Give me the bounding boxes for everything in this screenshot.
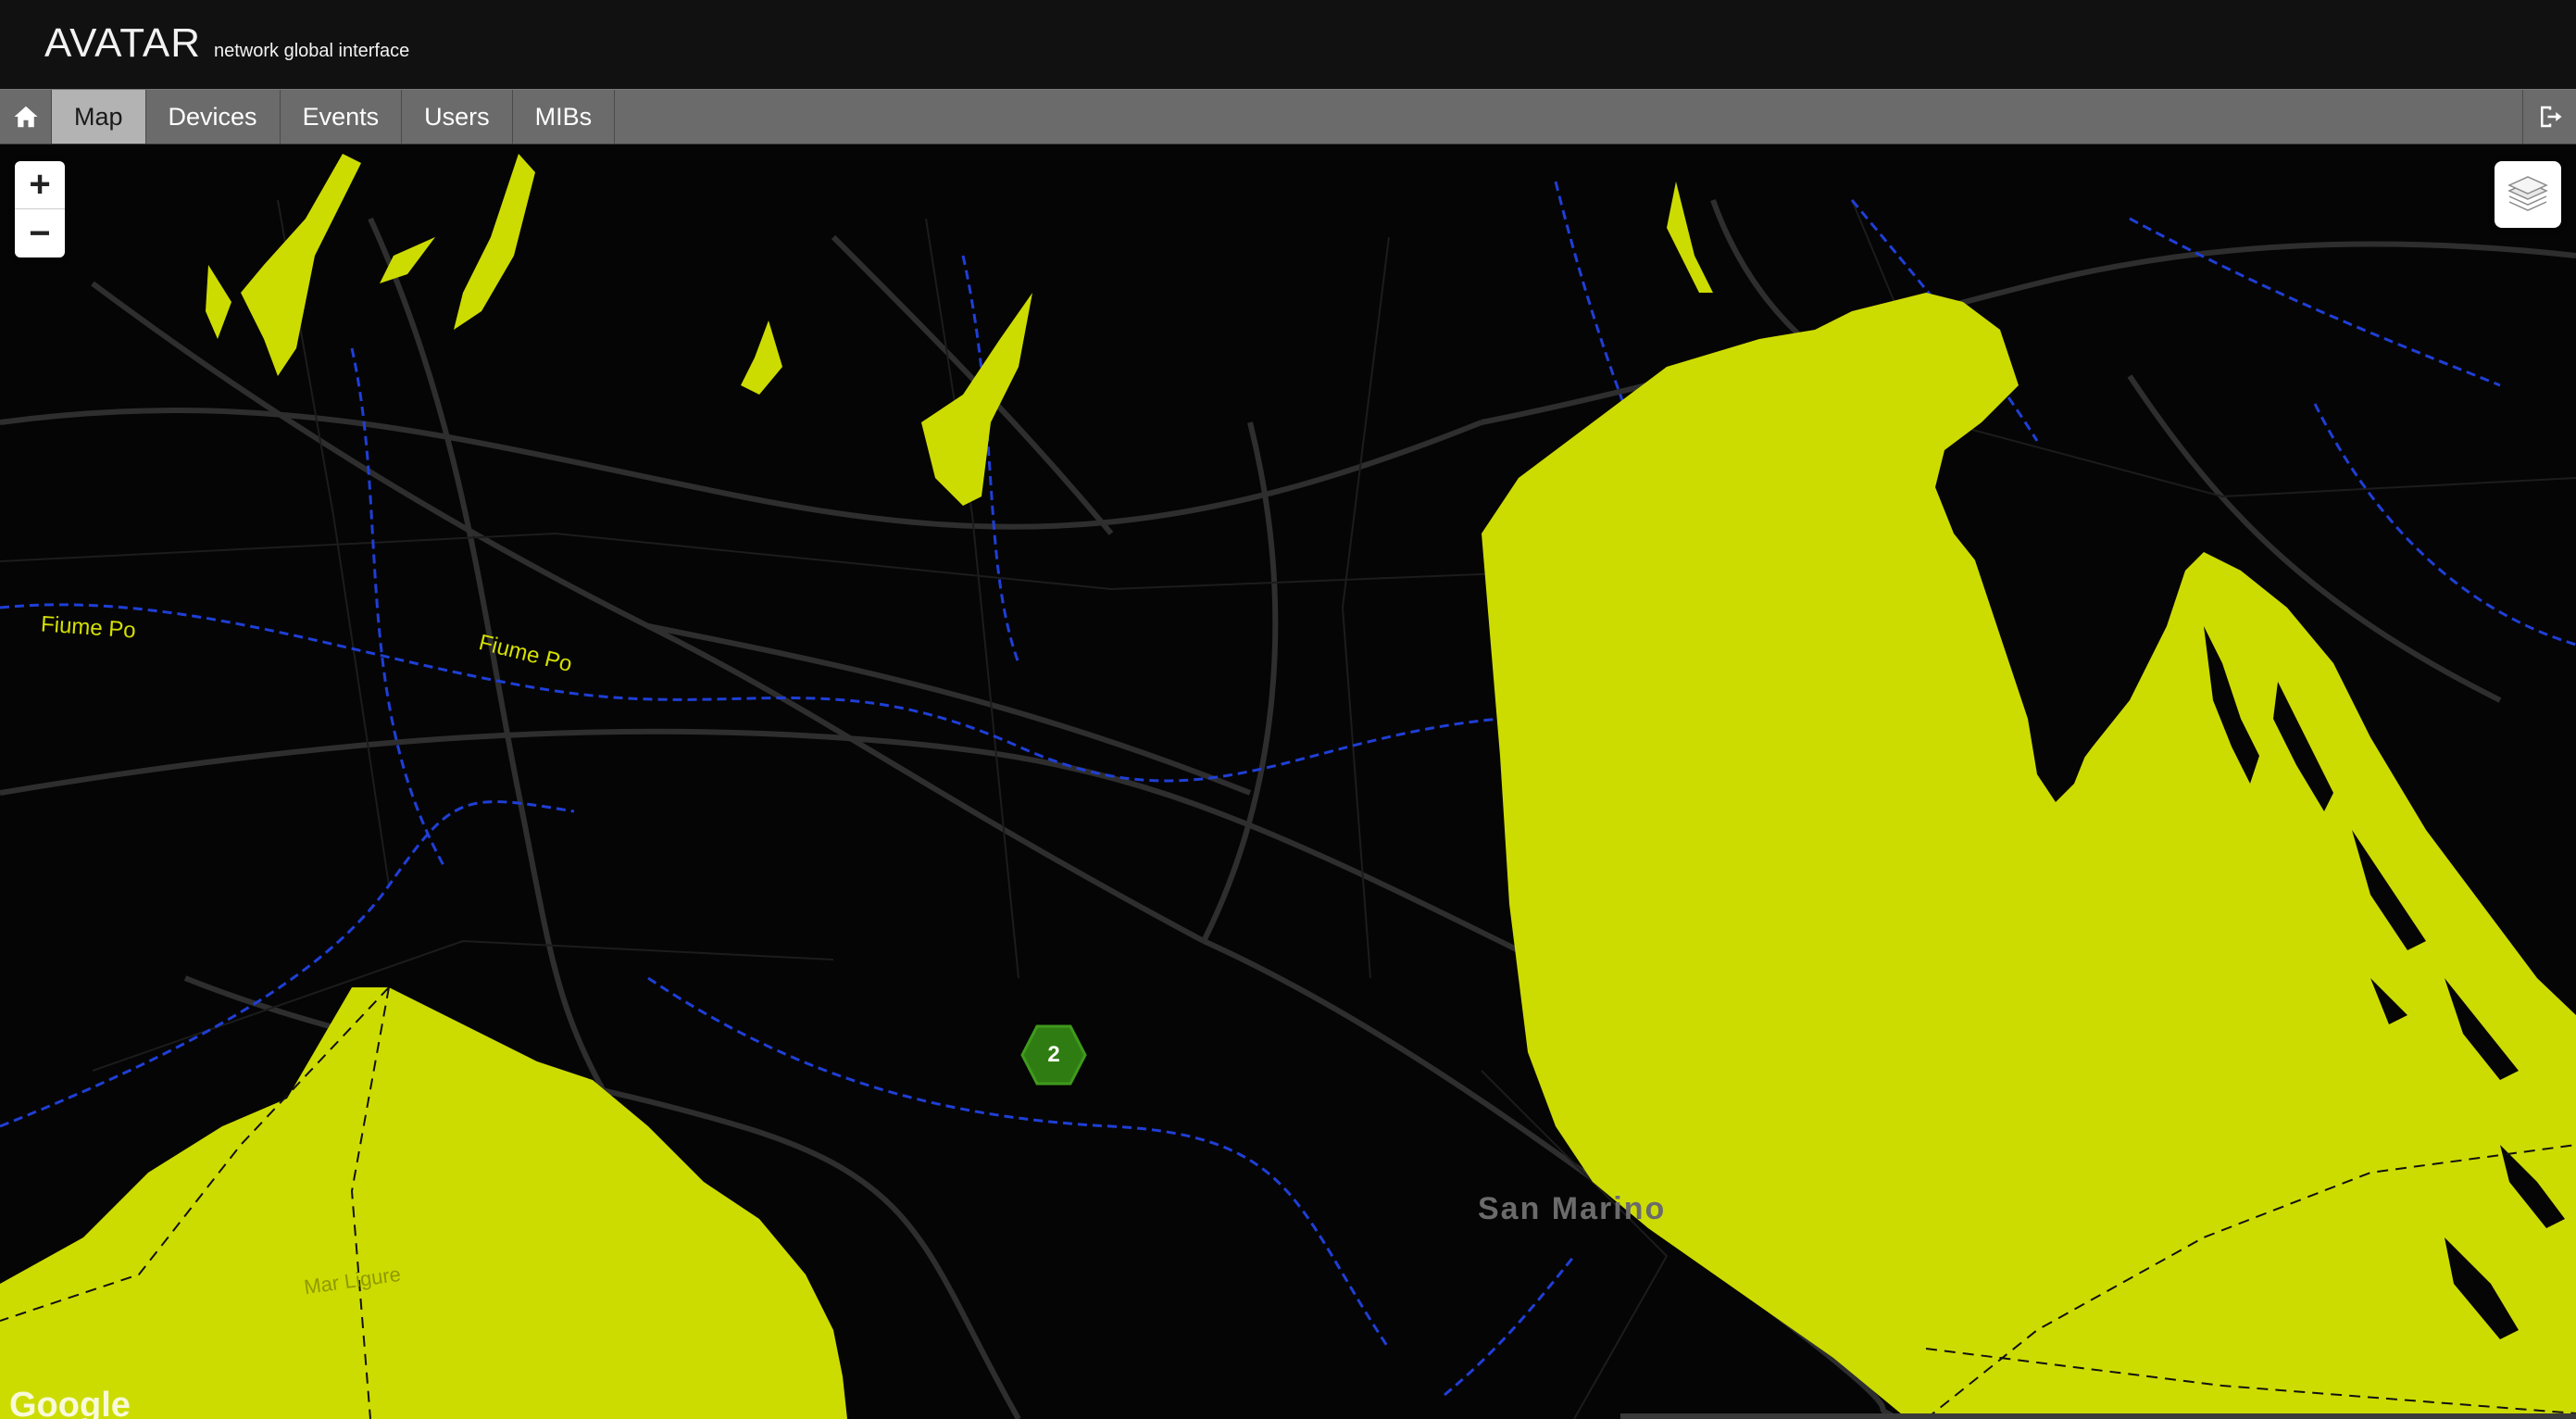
tab-devices[interactable]: Devices bbox=[146, 90, 281, 144]
zoom-out-button[interactable]: − bbox=[15, 209, 65, 257]
app-header: AVATAR network global interface bbox=[0, 0, 2576, 89]
layers-icon bbox=[2507, 176, 2548, 211]
zoom-in-button[interactable]: + bbox=[15, 161, 65, 209]
cluster-count: 2 bbox=[1047, 1042, 1060, 1067]
google-logo[interactable]: Google bbox=[9, 1386, 131, 1419]
zoom-control: + − bbox=[15, 161, 65, 257]
app-title: AVATAR bbox=[44, 20, 201, 66]
brand: AVATAR network global interface bbox=[44, 20, 409, 67]
label-san-marino: San Marino bbox=[1478, 1191, 1667, 1226]
tab-users[interactable]: Users bbox=[402, 90, 513, 144]
layers-button[interactable] bbox=[2495, 161, 2561, 228]
map-tiles[interactable] bbox=[0, 144, 2576, 1419]
tab-map[interactable]: Map bbox=[52, 90, 146, 144]
tab-events[interactable]: Events bbox=[281, 90, 403, 144]
tab-mibs[interactable]: MIBs bbox=[513, 90, 616, 144]
map-footer-bar bbox=[1620, 1413, 2576, 1419]
map-view[interactable]: Fiume Po Fiume Po San Marino Mar Ligure … bbox=[0, 144, 2576, 1419]
app-subtitle: network global interface bbox=[213, 41, 410, 61]
device-cluster-marker[interactable]: 2 bbox=[1020, 1024, 1087, 1086]
logout-icon bbox=[2540, 106, 2561, 128]
main-navbar: Map Devices Events Users MIBs bbox=[0, 89, 2576, 144]
home-button[interactable] bbox=[0, 90, 52, 144]
home-icon bbox=[14, 106, 37, 128]
logout-button[interactable] bbox=[2522, 90, 2576, 144]
